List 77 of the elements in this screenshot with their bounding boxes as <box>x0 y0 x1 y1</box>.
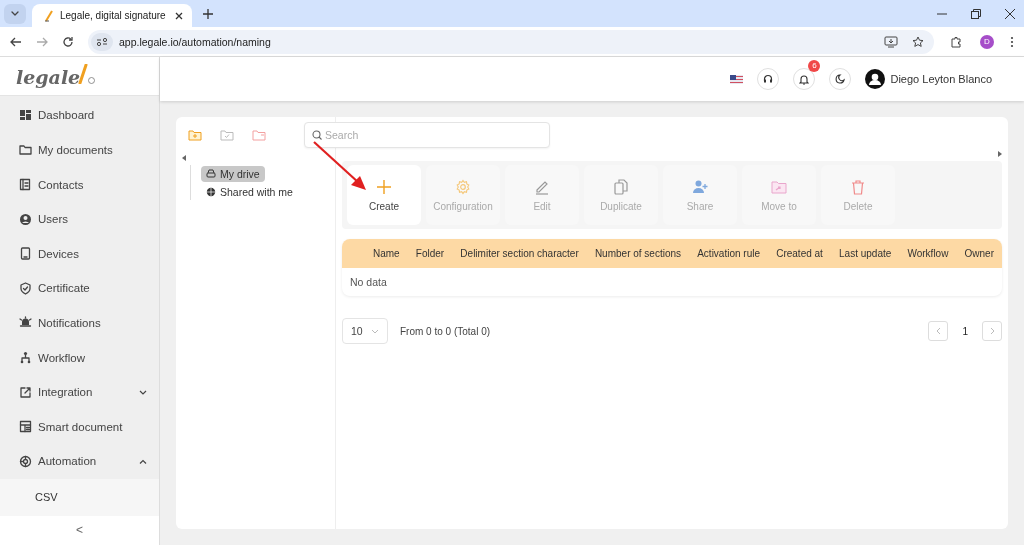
folder-check-icon[interactable] <box>220 129 234 141</box>
user-name[interactable]: Diego Leyton Blanco <box>890 73 992 85</box>
column-header[interactable]: Delimiter section character <box>460 248 579 259</box>
sidebar-item[interactable]: Devices <box>0 236 159 272</box>
scroll-left-icon[interactable] <box>182 155 186 161</box>
sidebar-subitem[interactable]: CSV <box>0 478 159 516</box>
reload-icon[interactable] <box>62 35 74 48</box>
sidebar-item[interactable]: Dashboard <box>0 98 159 133</box>
close-icon[interactable] <box>174 10 184 21</box>
column-header[interactable]: Last update <box>839 248 892 259</box>
add-user-icon <box>692 178 708 195</box>
page-size-select[interactable]: 10 <box>342 318 388 344</box>
chevron-up-icon <box>139 458 147 464</box>
moon-icon <box>835 74 846 84</box>
tree-item[interactable]: Shared with me <box>201 184 298 200</box>
trash-icon <box>850 178 866 195</box>
browser-tab[interactable]: Legale, digital signature <box>32 4 192 27</box>
flag-icon[interactable] <box>730 74 744 84</box>
notifications-button[interactable] <box>793 68 816 90</box>
bell-icon <box>799 73 810 85</box>
column-header[interactable]: Folder <box>415 248 445 259</box>
toolbar-button[interactable]: Create <box>347 165 421 225</box>
star-icon[interactable] <box>912 35 924 48</box>
registered-mark-icon <box>88 77 96 85</box>
new-tab-icon[interactable] <box>202 7 214 20</box>
support-button[interactable] <box>757 68 780 90</box>
gear-icon <box>455 178 471 195</box>
empty-message: No data <box>350 276 387 288</box>
pagination-summary: From 0 to 0 (Total 0) <box>400 325 491 337</box>
chevron-left-icon <box>935 327 941 335</box>
drive-icon <box>206 169 216 179</box>
search-icon <box>312 130 322 140</box>
pen-stroke-icon <box>78 64 89 85</box>
chevron-down-icon <box>371 328 379 334</box>
extensions-icon[interactable] <box>950 35 962 48</box>
collapse-button[interactable]: < <box>76 523 83 538</box>
plus-icon <box>376 178 392 195</box>
column-header[interactable]: Created at <box>776 248 823 259</box>
annotation-arrow <box>311 139 369 193</box>
site-info-icon[interactable] <box>91 32 113 51</box>
sidebar-item[interactable]: Integration <box>0 374 159 410</box>
sidebar-item[interactable]: Smart document <box>0 409 159 444</box>
column-header[interactable]: Number of sections <box>594 248 682 259</box>
sidebar-item[interactable]: My documents <box>0 132 159 168</box>
tree-item[interactable]: My drive <box>201 166 265 182</box>
install-app-icon[interactable] <box>884 35 898 48</box>
pen-icon <box>44 9 54 22</box>
column-header[interactable]: Owner <box>964 248 994 259</box>
notification-badge: 6 <box>808 60 821 72</box>
restore-icon[interactable] <box>970 7 982 20</box>
address-bar[interactable]: app.legale.io/automation/naming <box>88 29 934 54</box>
sidebar-item[interactable]: Workflow <box>0 340 159 375</box>
scroll-right-icon[interactable] <box>998 151 1002 157</box>
chevron-down-icon <box>139 389 147 395</box>
folder-arrow-icon <box>771 178 787 195</box>
close-icon[interactable] <box>1004 7 1016 20</box>
copy-icon <box>613 178 629 195</box>
back-icon[interactable] <box>10 35 22 48</box>
profile-avatar[interactable]: D <box>980 34 994 49</box>
column-header[interactable]: Workflow <box>907 248 949 259</box>
sidebar-item[interactable]: Contacts <box>0 167 159 202</box>
theme-toggle-button[interactable] <box>829 68 852 90</box>
search-field[interactable]: Search <box>304 122 550 148</box>
chevron-right-icon <box>989 327 995 335</box>
sidebar-item[interactable]: Notifications <box>0 305 159 341</box>
headset-icon <box>763 74 774 84</box>
url-text: app.legale.io/automation/naming <box>119 35 271 48</box>
tab-title: Legale, digital signature <box>60 10 167 21</box>
avatar-icon[interactable] <box>865 69 886 89</box>
more-icon[interactable] <box>1010 35 1014 48</box>
sidebar-item[interactable]: Automation <box>0 444 159 479</box>
sidebar-item[interactable]: Users <box>0 201 159 237</box>
column-header[interactable]: Name <box>373 248 400 259</box>
sidebar-item[interactable]: Certificate <box>0 271 159 306</box>
page-number[interactable]: 1 <box>958 325 972 337</box>
column-header[interactable]: Activation rule <box>697 248 760 259</box>
globe-icon <box>206 187 216 197</box>
